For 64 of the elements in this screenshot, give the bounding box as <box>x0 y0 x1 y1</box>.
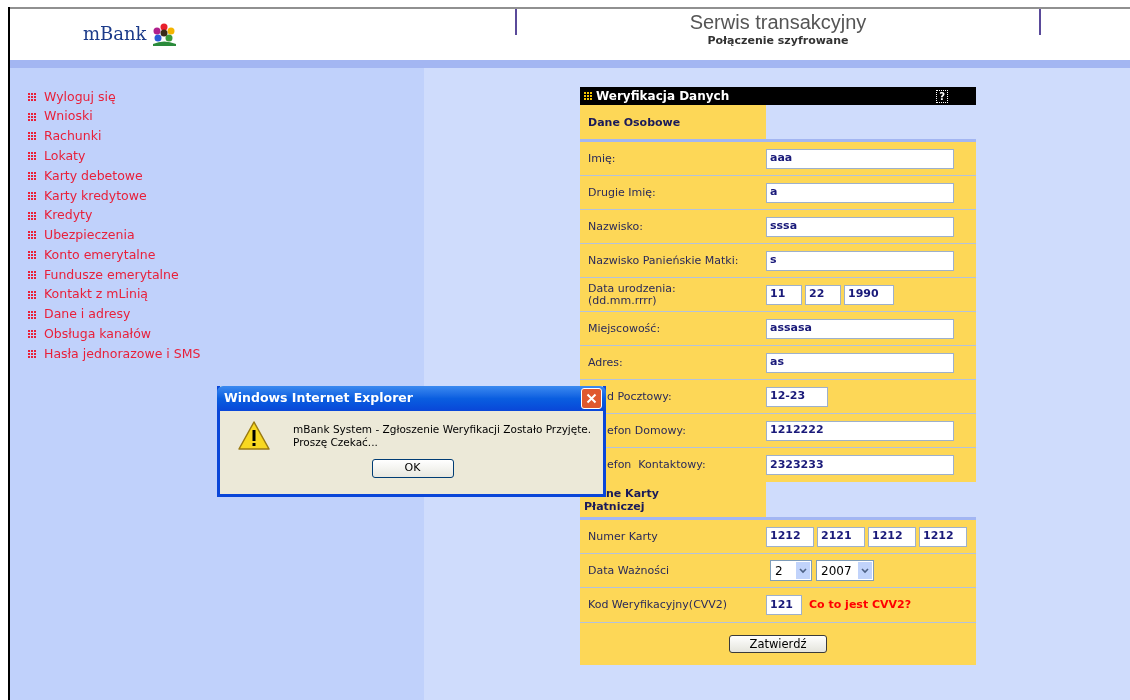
field-label: efon Domowy: <box>607 424 686 437</box>
bullet-icon <box>28 350 36 359</box>
field-label: Nazwisko Panieńskie Matki: <box>588 254 739 267</box>
bullet-icon <box>28 211 36 220</box>
input-field[interactable]: assasa <box>766 318 954 339</box>
bullet-icon <box>28 191 36 200</box>
close-icon <box>586 393 597 404</box>
field-label: Data urodzenia: (dd.mm.rrrr) <box>588 282 676 307</box>
dropdown[interactable]: 2007 <box>816 560 874 581</box>
input-field[interactable]: 2323233 <box>766 455 954 475</box>
close-button[interactable] <box>581 388 602 409</box>
bullet-icon <box>28 92 36 101</box>
bullet-icon <box>28 310 36 319</box>
section-title: Płatniczej <box>584 499 645 513</box>
input-field[interactable]: as <box>766 352 954 373</box>
submit-button[interactable]: Zatwierdź <box>728 635 828 653</box>
bullet-icon <box>28 231 36 240</box>
input-field[interactable]: a <box>766 182 954 203</box>
chevron-down-icon <box>858 562 872 579</box>
input-field[interactable]: sssa <box>766 216 954 237</box>
field-label: Imię: <box>588 152 616 165</box>
field-label: Adres: <box>588 356 623 369</box>
field-label: Drugie Imię: <box>588 186 656 199</box>
input-field[interactable]: 1212 <box>868 526 916 547</box>
connection-subtitle: Połączenie szyfrowane <box>707 34 849 48</box>
warning-icon <box>237 420 271 451</box>
dialog-title: Windows Internet Explorer <box>224 389 413 408</box>
input-field[interactable]: 12-23 <box>766 386 828 407</box>
bullet-icon <box>28 152 36 161</box>
section-title: ne Karty <box>606 486 659 500</box>
field-label: Numer Karty <box>588 530 658 543</box>
bullet-icon <box>28 132 36 141</box>
input-field[interactable]: 1212 <box>919 526 967 547</box>
input-field[interactable]: 2121 <box>817 526 865 547</box>
chevron-down-icon <box>796 562 810 579</box>
input-field[interactable]: 1990 <box>844 284 894 305</box>
bullet-icon <box>28 290 36 299</box>
bullet-icon <box>28 251 36 260</box>
field-label: Kod Weryfikacyjny(CVV2) <box>588 599 728 611</box>
ok-button[interactable]: OK <box>371 459 454 478</box>
bank-logo-text: mBank <box>83 23 147 45</box>
bullet-icon <box>28 172 36 181</box>
bullet-icon <box>28 271 36 280</box>
field-label: Miejscowość: <box>588 322 661 335</box>
help-button[interactable]: ? <box>936 89 948 103</box>
field-label: d Pocztowy: <box>607 390 672 403</box>
input-field[interactable]: s <box>766 250 954 271</box>
dialog-message: mBank System - Zgłoszenie Weryfikacji Zostało Przyjęte. Proszę Czekać... <box>293 423 592 450</box>
input-field[interactable]: 121 <box>766 595 802 615</box>
bullet-icon <box>584 92 592 100</box>
input-field[interactable]: 11 <box>766 284 802 305</box>
input-field[interactable]: 1212 <box>766 526 814 547</box>
site-title: Serwis transakcyjny <box>689 10 867 34</box>
field-label: Data Ważności <box>588 564 669 577</box>
form-title: Weryfikacja Danych <box>596 88 731 105</box>
dropdown[interactable]: 2 <box>770 560 812 581</box>
bullet-icon <box>28 112 36 121</box>
input-field[interactable]: 1212222 <box>766 420 954 441</box>
input-field[interactable]: 22 <box>805 284 841 305</box>
section-title: Dane Osobowe <box>588 115 681 129</box>
input-field[interactable]: aaa <box>766 148 954 169</box>
bullet-icon <box>28 330 36 339</box>
field-label: efon Kontaktowy: <box>607 459 706 471</box>
field-label: Nazwisko: <box>588 220 643 233</box>
